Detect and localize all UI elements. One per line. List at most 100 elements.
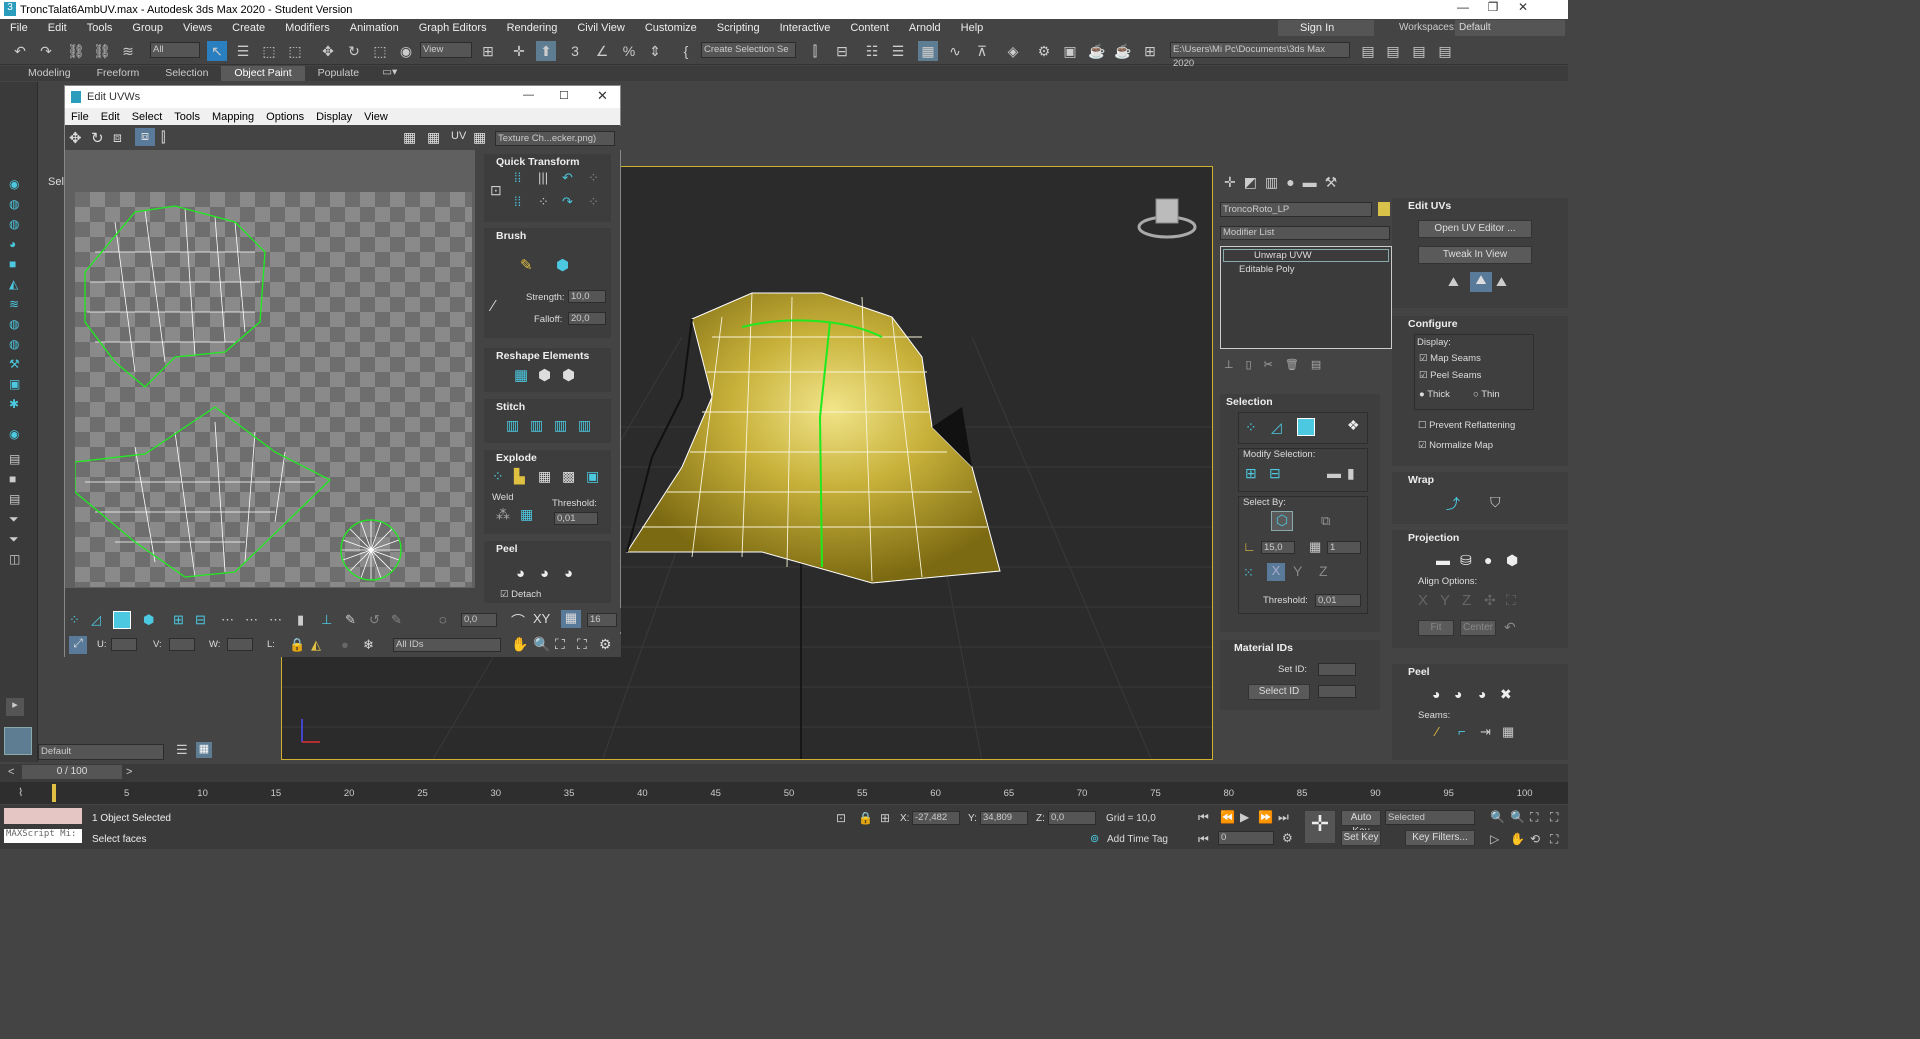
face-mode-icon[interactable] <box>1297 418 1315 436</box>
shrink-selection-icon[interactable]: ⊟ <box>1269 465 1281 482</box>
planar-angle-field[interactable]: 15,0 <box>1261 541 1295 554</box>
maxscript-listener[interactable] <box>4 808 82 824</box>
display-cameras-icon[interactable]: ■ <box>9 257 16 271</box>
menu-views[interactable]: Views <box>173 22 222 34</box>
display-containers-icon[interactable]: ▣ <box>9 377 20 391</box>
display-shapes-icon[interactable]: ◍ <box>9 217 19 231</box>
stitch-title[interactable]: Stitch <box>484 399 611 415</box>
layout-icon-2[interactable]: ▤ <box>1409 41 1429 61</box>
sign-in-button[interactable]: Sign In <box>1278 20 1374 36</box>
uv-menu-edit[interactable]: Edit <box>95 111 126 123</box>
maxscript-input[interactable]: MAXScript Mi: <box>4 829 82 843</box>
expand-icon[interactable]: ▸ <box>6 698 24 716</box>
project-path-dropdown[interactable]: E:\Users\Mi Pc\Documents\3ds Max 2020 <box>1170 42 1350 69</box>
select-uv-seams-icon[interactable]: ⁙ <box>1243 565 1254 581</box>
uv-move-icon[interactable]: ✥ <box>69 129 82 147</box>
auto-key-button[interactable]: Auto Key <box>1341 810 1381 837</box>
thin-radio[interactable]: ○ Thin <box>1473 389 1500 400</box>
uv-menu-options[interactable]: Options <box>260 111 310 123</box>
texture-dropdown[interactable]: Texture Ch...ecker.png) <box>495 131 615 146</box>
display-groups-icon[interactable]: ◍ <box>9 317 19 331</box>
selection-threshold-field[interactable]: 0,01 <box>1315 594 1361 607</box>
stack-item-editable-poly[interactable]: Editable Poly <box>1223 264 1389 277</box>
peel-title[interactable]: Peel <box>1392 664 1568 680</box>
layer-dropdown[interactable]: Default <box>38 744 164 760</box>
pin-stack-icon[interactable]: ⊥ <box>1224 358 1234 371</box>
prevent-reflattening-checkbox[interactable]: ☐ Prevent Reflattening <box>1418 420 1515 431</box>
select-overlap-icon[interactable]: ⧉ <box>1321 513 1330 529</box>
uv-checker-icon[interactable]: ▦ <box>403 129 416 146</box>
curve-editor-icon[interactable]: ∿ <box>945 41 965 61</box>
uv-menu-display[interactable]: Display <box>310 111 358 123</box>
display-xrefs-icon[interactable]: ◍ <box>9 337 19 351</box>
modify-tab-icon[interactable]: ◩ <box>1244 174 1257 196</box>
uv-ring-icon[interactable]: ⋯ <box>221 612 234 628</box>
zoom-extents-all-icon[interactable]: ⛶ <box>1550 810 1558 825</box>
align-vertical-icon[interactable]: ||| <box>538 170 548 185</box>
orbit-icon[interactable]: ⟲ <box>1530 832 1540 846</box>
smgroup-field[interactable]: 1 <box>1327 541 1361 554</box>
loop-selection-icon[interactable]: ▮ <box>1347 465 1355 482</box>
current-frame-field[interactable]: 0 <box>1218 831 1274 845</box>
falloff-field[interactable]: 20,0 <box>568 312 606 325</box>
layout-icon[interactable]: ▤ <box>1383 41 1403 61</box>
uv-scale-icon[interactable]: ⧈ <box>113 129 122 146</box>
material-editor-icon[interactable]: ◈ <box>1003 41 1023 61</box>
point-to-point-seams-icon[interactable]: ⁄ <box>1436 724 1438 739</box>
menu-scripting[interactable]: Scripting <box>707 22 770 34</box>
filter-2-icon[interactable]: ⏷ <box>9 532 19 547</box>
v-field[interactable] <box>169 638 195 651</box>
element-mode-icon[interactable]: ❖ <box>1347 417 1360 434</box>
uv-shrink-icon[interactable]: ⊟ <box>195 612 206 628</box>
stitch-to-average-icon[interactable]: ▥ <box>530 417 543 434</box>
stitch-settings-icon[interactable]: ▥ <box>578 417 591 434</box>
undo-icon[interactable]: ↶ <box>10 41 30 61</box>
configure-title[interactable]: Configure <box>1392 316 1568 332</box>
scale-icon[interactable]: ⬚ <box>370 41 390 61</box>
make-unique-icon[interactable]: ✂ <box>1264 358 1273 371</box>
time-config-icon[interactable]: ⚙ <box>1282 831 1293 845</box>
display-none-all-icon[interactable]: ▤ <box>9 452 20 466</box>
seams-to-selection-icon[interactable]: ▦ <box>1502 724 1514 740</box>
render-production-icon[interactable]: ☕ <box>1087 41 1107 61</box>
uv-zoom-icon[interactable]: 🔍 <box>533 636 550 653</box>
menu-edit[interactable]: Edit <box>38 22 77 34</box>
uv-pan-icon[interactable]: ✋ <box>511 636 528 653</box>
set-pivot-icon[interactable]: ⊡ <box>490 182 502 199</box>
absolute-mode-icon[interactable]: ⊞ <box>880 811 890 825</box>
weld-selected-icon[interactable]: ▦ <box>520 506 533 523</box>
timeline-prev-icon[interactable]: < <box>8 766 14 778</box>
zoom-all-icon[interactable]: 🔍 <box>1510 810 1525 824</box>
set-id-field[interactable] <box>1318 663 1356 676</box>
uv-menu-view[interactable]: View <box>358 111 394 123</box>
thick-radio[interactable]: ● Thick <box>1419 389 1450 400</box>
uv-point-to-point-icon[interactable]: ⊥ <box>321 612 332 628</box>
reset-projection-icon[interactable]: ↶ <box>1504 619 1516 636</box>
rotate-90-cw-icon[interactable]: ↷ <box>562 194 573 210</box>
uv-canvas[interactable] <box>75 192 472 587</box>
tab-object-paint[interactable]: Object Paint <box>221 66 305 81</box>
align-to-edge-icon[interactable]: ⁞⁞ <box>514 194 521 209</box>
spinner-snap-icon[interactable]: ⇕ <box>645 41 665 61</box>
uv-menu-file[interactable]: File <box>65 111 95 123</box>
fov-icon[interactable]: ▷ <box>1490 832 1499 846</box>
map-seams-checkbox[interactable]: ☑ Map Seams <box>1419 353 1481 364</box>
hierarchy-tab-icon[interactable]: ▥ <box>1265 174 1278 196</box>
unlink-icon[interactable]: ⛓ <box>92 41 112 61</box>
align-z-icon[interactable]: Z <box>1462 592 1471 609</box>
straighten-selection-icon[interactable]: ▦ <box>514 366 528 384</box>
rect-selection-icon[interactable]: ⬚ <box>259 41 279 61</box>
weld-target-icon[interactable]: ⁂ <box>496 506 510 523</box>
goto-end-icon[interactable]: ⏭ <box>1278 810 1289 825</box>
edge-to-seams-icon[interactable]: ⌐ <box>1458 724 1466 739</box>
uv-falloff-curve-icon[interactable]: ⌒ <box>511 611 525 631</box>
reshape-elements-title[interactable]: Reshape Elements <box>484 348 611 364</box>
projection-title[interactable]: Projection <box>1392 530 1568 546</box>
object-color-swatch[interactable] <box>1378 202 1390 216</box>
snaps-toggle-icon[interactable]: 3 <box>565 41 585 61</box>
weld-threshold-field[interactable]: 0,01 <box>554 512 598 525</box>
select-by-element-icon[interactable]: ⬡ <box>1271 511 1293 531</box>
redo-icon[interactable]: ↷ <box>36 41 56 61</box>
menu-civil-view[interactable]: Civil View <box>567 22 634 34</box>
uv-count-field[interactable]: 16 <box>587 613 617 627</box>
